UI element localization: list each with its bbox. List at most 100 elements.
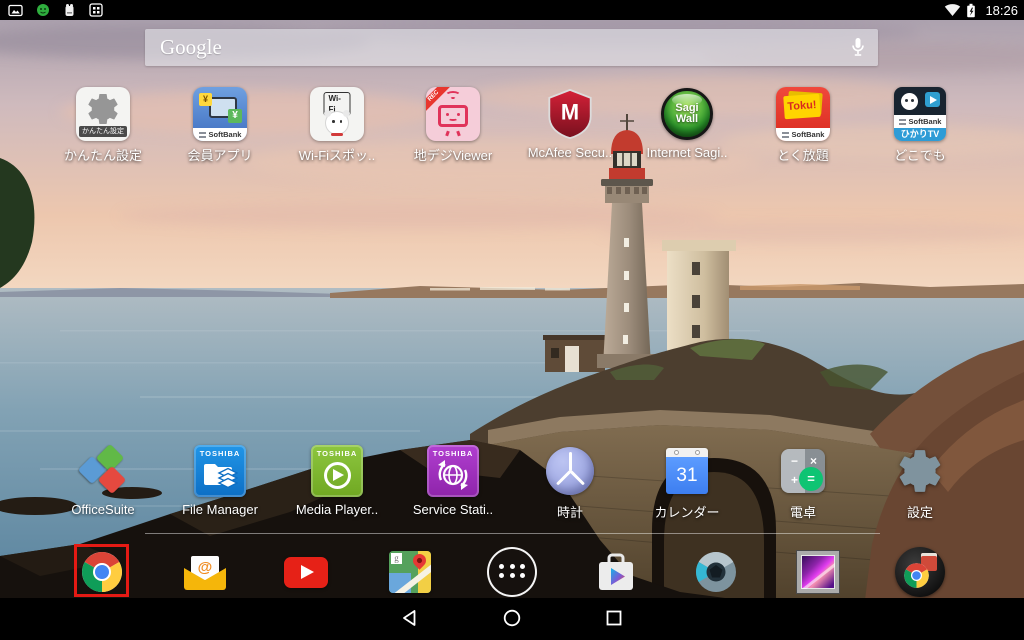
app-label: File Manager (182, 502, 258, 517)
dock-google-maps[interactable]: g (380, 544, 440, 600)
app-officesuite[interactable]: OfficeSuite (53, 443, 153, 517)
app-label: 地デジViewer (414, 145, 493, 164)
play-circle-icon (324, 462, 351, 489)
app-label: とく放題 (777, 145, 829, 164)
app-calculator[interactable]: − × + = 電卓 (753, 443, 853, 521)
microphone-icon (850, 36, 866, 59)
back-button[interactable] (399, 607, 421, 629)
calculator-icon: − × + = (781, 449, 825, 493)
home-icon (502, 608, 522, 628)
google-logo: Google (160, 35, 222, 60)
softbank-logo-bars (899, 119, 906, 125)
chrome-icon (903, 562, 930, 589)
app-label: かんたん設定 (64, 145, 142, 164)
wifi-icon (944, 3, 961, 17)
dock-youtube[interactable] (276, 544, 336, 600)
calendar-day: 31 (666, 457, 708, 494)
recents-button[interactable] (603, 607, 625, 629)
youtube-icon (284, 557, 328, 588)
app-label: 設定 (907, 502, 933, 521)
battery-charging-icon (966, 3, 976, 18)
android-home-screen: 18:26 Google かんたん設定 かんたん設定 ¥ ¥ SoftBank … (0, 0, 1024, 640)
app-drawer-icon (487, 547, 537, 597)
back-icon (400, 608, 420, 628)
home-button[interactable] (501, 607, 523, 629)
mcafee-monogram: M (561, 100, 579, 125)
calendar-icon: 31 (666, 448, 708, 494)
softbank-logo-bars (199, 132, 206, 138)
dock-camera[interactable] (686, 544, 746, 600)
email-icon: @ (184, 554, 226, 590)
dock-chrome[interactable] (72, 544, 132, 600)
dock-chrome-folder[interactable] (890, 544, 950, 600)
globe-sync-icon (435, 458, 471, 492)
app-service-station[interactable]: TOSHIBA Service Stati.. (403, 443, 503, 517)
navigation-bar (0, 598, 1024, 640)
softbank-brand: SoftBank (776, 128, 830, 141)
toshiba-brand: TOSHIBA (427, 449, 479, 458)
icon-band: かんたん設定 (79, 126, 127, 137)
settings-app-notification-icon (89, 3, 103, 17)
screenshot-notification-icon (8, 4, 23, 17)
app-file-manager[interactable]: TOSHIBA File Manager (170, 443, 270, 517)
app-clock[interactable]: 時計 (520, 443, 620, 521)
folder-icon (895, 547, 945, 597)
app-label: OfficeSuite (71, 502, 134, 517)
yen-tag-yellow: ¥ (199, 93, 212, 106)
seal-character (901, 93, 918, 110)
dog-character (326, 112, 348, 134)
app-tokuhodai[interactable]: Toku! SoftBank とく放題 (753, 86, 853, 164)
softbank-brand: SoftBank (894, 115, 946, 128)
play-button-icon (925, 92, 940, 107)
camera-icon (694, 550, 738, 594)
hikari-tv-band: ひかりTV (894, 128, 946, 141)
clock-time: 18:26 (985, 3, 1018, 18)
app-mcafee[interactable]: M McAfee Secu.. (520, 86, 620, 160)
app-label: カレンダー (654, 502, 719, 521)
app-label: Service Stati.. (413, 502, 493, 517)
dock-play-store[interactable] (586, 544, 646, 600)
app-settings[interactable]: 設定 (870, 443, 970, 521)
app-label: Internet Sagi.. (647, 145, 728, 160)
app-label: 電卓 (790, 502, 816, 521)
google-g-badge: g (391, 553, 402, 564)
dock-divider (145, 533, 880, 534)
dock-app-drawer[interactable] (482, 544, 542, 600)
wifi-spot-notification-icon (63, 3, 76, 17)
clock-icon (546, 447, 594, 495)
google-search-bar[interactable]: Google (145, 29, 878, 66)
status-bar[interactable]: 18:26 (0, 0, 1024, 20)
softbank-logo-bars (782, 132, 789, 138)
app-kaiin-app[interactable]: ¥ ¥ SoftBank 会員アプリ (170, 86, 270, 164)
tv-smiley (438, 105, 468, 127)
sagiwall-icon: Sagi Wall (661, 88, 713, 140)
dock-email[interactable]: @ (175, 544, 235, 600)
toshiba-brand: TOSHIBA (194, 449, 246, 458)
voice-search-button[interactable] (850, 36, 866, 59)
play-store-icon (594, 550, 638, 594)
settings-gear-icon (895, 446, 945, 496)
gear-icon (85, 91, 121, 127)
mcafee-shield-icon: M (547, 88, 593, 140)
app-dokodemo-hikari-tv[interactable]: SoftBank ひかりTV どこでも (870, 86, 970, 164)
security-app-notification-icon (36, 3, 50, 17)
app-label: Wi-Fiスポッ.. (299, 145, 376, 164)
toku-card: Toku! (783, 94, 821, 119)
yen-tag-green: ¥ (228, 109, 242, 123)
app-label: 会員アプリ (187, 145, 252, 164)
notification-area (8, 3, 103, 17)
app-internet-sagiwall[interactable]: Sagi Wall Internet Sagi.. (637, 86, 737, 160)
folder-icon (202, 459, 238, 491)
app-label: 時計 (557, 502, 583, 521)
hikari-tv-icon: SoftBank ひかりTV (894, 87, 946, 141)
app-label: McAfee Secu.. (528, 145, 613, 160)
app-wifi-spot[interactable]: Wi-Fi Wi-Fiスポッ.. (287, 86, 387, 164)
recents-icon (604, 608, 624, 628)
app-chideji-viewer[interactable]: REC 地デジViewer (403, 86, 503, 164)
gallery-icon (797, 551, 839, 593)
toshiba-brand: TOSHIBA (311, 449, 363, 458)
app-media-player[interactable]: TOSHIBA Media Player.. (287, 443, 387, 517)
app-calendar[interactable]: 31 カレンダー (637, 443, 737, 521)
dock-gallery[interactable] (788, 544, 848, 600)
app-kantan-settei[interactable]: かんたん設定 かんたん設定 (53, 86, 153, 164)
